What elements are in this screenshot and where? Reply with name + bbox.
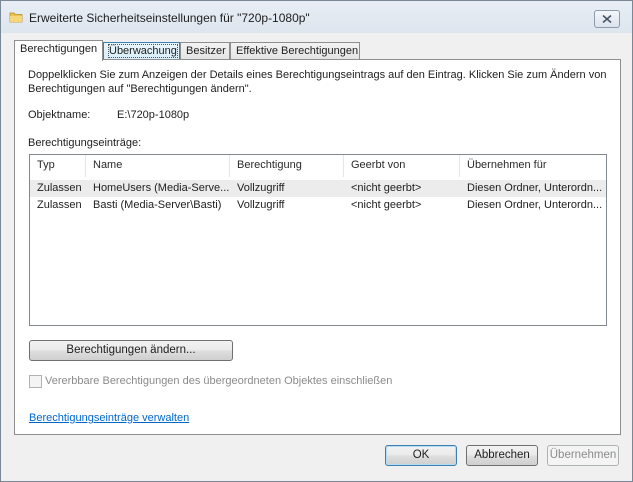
object-name-value: E:\720p-1080p xyxy=(117,109,190,121)
close-icon xyxy=(602,15,612,23)
close-button[interactable] xyxy=(594,10,620,28)
permissions-tab-page: Doppelklicken Sie zum Anzeigen der Detai… xyxy=(14,59,621,435)
object-name-label: Objektname: xyxy=(28,109,91,121)
manage-permission-entries-link[interactable]: Berechtigungseinträge verwalten xyxy=(29,412,189,424)
title-bar: Erweiterte Sicherheitseinstellungen für … xyxy=(1,1,632,33)
cell-typ: Zulassen xyxy=(37,182,82,194)
cell-berechtigung: Vollzugriff xyxy=(237,182,285,194)
window-title: Erweiterte Sicherheitseinstellungen für … xyxy=(29,11,310,25)
intro-text: Doppelklicken Sie zum Anzeigen der Detai… xyxy=(28,69,607,95)
column-header-berechtigung[interactable]: Berechtigung xyxy=(230,155,344,177)
cell-geerbt-von: <nicht geerbt> xyxy=(351,199,422,211)
folder-icon xyxy=(9,10,23,24)
cell-typ: Zulassen xyxy=(37,199,82,211)
inherit-permissions-checkbox[interactable] xyxy=(29,375,42,388)
cancel-button[interactable]: Abbrechen xyxy=(466,445,538,466)
permission-entries-label: Berechtigungseinträge: xyxy=(28,137,142,149)
change-permissions-button[interactable]: Berechtigungen ändern... xyxy=(29,340,233,361)
permission-entries-list[interactable]: Typ Name Berechtigung Geerbt von Überneh… xyxy=(29,154,607,326)
cell-uebernehmen-fuer: Diesen Ordner, Unterordn... xyxy=(467,182,603,194)
cell-name: HomeUsers (Media-Serve... xyxy=(93,182,230,194)
tab-ueberwachung[interactable]: Überwachung xyxy=(103,42,180,60)
list-header: Typ Name Berechtigung Geerbt von Überneh… xyxy=(30,155,606,177)
dialog-window: Erweiterte Sicherheitseinstellungen für … xyxy=(0,0,633,482)
column-header-geerbt-von[interactable]: Geerbt von xyxy=(344,155,460,177)
tab-berechtigungen[interactable]: Berechtigungen xyxy=(14,40,103,61)
column-header-typ[interactable]: Typ xyxy=(30,155,86,177)
table-row[interactable]: Zulassen Basti (Media-Server\Basti) Voll… xyxy=(30,197,606,214)
tab-besitzer[interactable]: Besitzer xyxy=(180,42,230,60)
cell-geerbt-von: <nicht geerbt> xyxy=(351,182,422,194)
cell-name: Basti (Media-Server\Basti) xyxy=(93,199,222,211)
inherit-permissions-label: Vererbbare Berechtigungen des übergeordn… xyxy=(45,375,393,387)
cell-berechtigung: Vollzugriff xyxy=(237,199,285,211)
column-header-uebernehmen-fuer[interactable]: Übernehmen für xyxy=(460,155,606,177)
apply-button[interactable]: Übernehmen xyxy=(547,445,619,466)
table-row[interactable]: Zulassen HomeUsers (Media-Serve... Vollz… xyxy=(30,180,606,197)
cell-uebernehmen-fuer: Diesen Ordner, Unterordn... xyxy=(467,199,603,211)
tab-effektive-berechtigungen[interactable]: Effektive Berechtigungen xyxy=(230,42,360,60)
column-header-name[interactable]: Name xyxy=(86,155,230,177)
ok-button[interactable]: OK xyxy=(385,445,457,466)
